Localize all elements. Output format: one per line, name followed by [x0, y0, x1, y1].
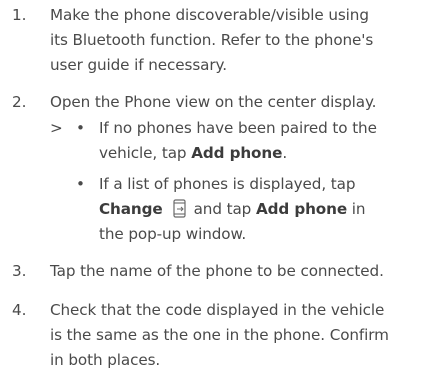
step-text-line: Check that the code displayed in the veh…: [50, 301, 385, 319]
result-arrow-icon: >: [50, 119, 63, 137]
add-phone-label: Add phone: [255, 200, 348, 218]
bullet-text-line: If no phones have been paired to the: [99, 119, 377, 137]
step-number: 1.: [12, 6, 27, 24]
step-text-line: user guide if necessary.: [50, 56, 227, 74]
step-number: 3.: [12, 262, 27, 280]
bullet-text-line: If a list of phones is displayed, tap: [99, 175, 356, 193]
bullet-icon: •: [76, 175, 85, 193]
step-text-line: in both places.: [50, 351, 161, 369]
add-phone-label: Add phone: [191, 144, 283, 162]
step-number: 2.: [12, 93, 27, 111]
step-text-line: its Bluetooth function. Refer to the pho…: [50, 31, 374, 49]
step-text-line: Open the Phone view on the center displa…: [50, 93, 377, 111]
bullet-text-line: vehicle, tap Add phone.: [99, 144, 288, 162]
step-text-line: Make the phone discoverable/visible usin…: [50, 6, 369, 24]
bullet-icon: •: [76, 119, 85, 137]
step-text-line: Tap the name of the phone to be connecte…: [50, 262, 384, 280]
change-label: Change: [99, 200, 163, 218]
bullet-text-line: Change and tap Add phone in: [99, 199, 366, 219]
step-text-line: is the same as the one in the phone. Con…: [50, 326, 389, 344]
phone-switch-icon: [169, 199, 191, 219]
bullet-text-line: the pop-up window.: [99, 225, 247, 243]
step-number: 4.: [12, 301, 27, 319]
